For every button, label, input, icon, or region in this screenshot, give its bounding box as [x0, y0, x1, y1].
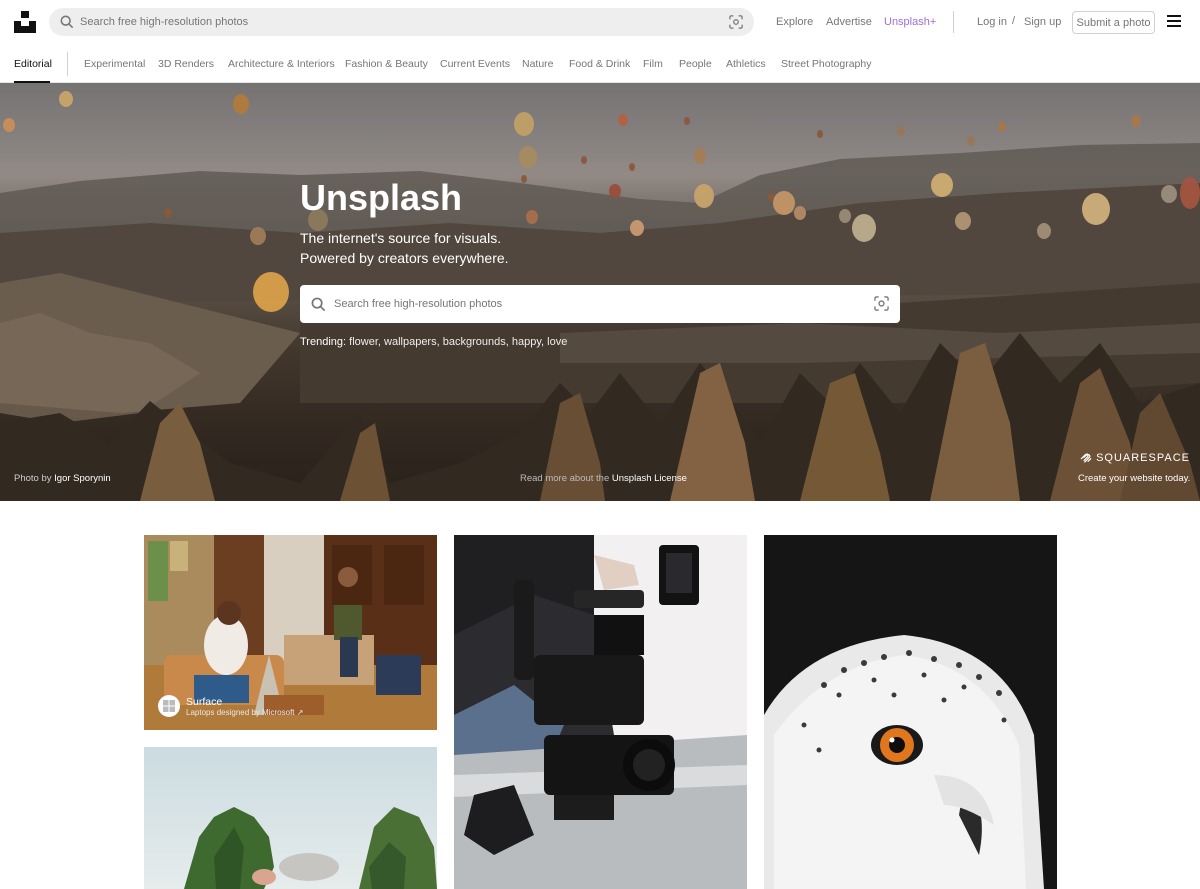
topic-experimental[interactable]: Experimental — [84, 58, 145, 70]
topic-street-photography[interactable]: Street Photography — [781, 58, 871, 70]
ad-tagline: Laptops designed by Microsoft ↗ — [186, 707, 304, 717]
signup-link[interactable]: Sign up — [1024, 16, 1061, 28]
license-note: Read more about the Unsplash License — [520, 473, 687, 484]
topic-athletics[interactable]: Athletics — [726, 58, 766, 70]
unsplash-logo-icon[interactable] — [14, 11, 36, 33]
trending-link-flower[interactable]: flower — [349, 336, 378, 348]
credit-prefix: Photo — [14, 473, 39, 484]
hero-subtitle-line1: The internet's source for visuals. — [300, 230, 502, 246]
nav-explore-link[interactable]: Explore — [776, 16, 813, 28]
trending-label: Trending — [300, 336, 344, 348]
hero-search-input[interactable] — [334, 285, 854, 323]
topic-current-events[interactable]: Current Events — [440, 58, 510, 70]
topic-architecture-interiors[interactable]: Architecture & Interiors — [228, 58, 335, 70]
photo-credit: Photo by Igor Sporynin — [14, 473, 111, 484]
header-divider — [953, 11, 954, 33]
topics-divider — [67, 52, 68, 76]
license-link[interactable]: Unsplash License — [612, 473, 687, 484]
header-search-input[interactable] — [80, 8, 740, 36]
trending-link-wallpapers[interactable]: wallpapers — [384, 336, 437, 348]
nav-advertise-link[interactable]: Advertise — [826, 16, 872, 28]
search-icon[interactable] — [311, 297, 326, 312]
trending-link-backgrounds[interactable]: backgrounds — [443, 336, 506, 348]
header-search-bar[interactable] — [49, 8, 754, 36]
topic-food-drink[interactable]: Food & Drink — [569, 58, 630, 70]
ad-brand-name: Surface — [186, 695, 223, 708]
submit-photo-button[interactable]: Submit a photo — [1072, 11, 1155, 34]
topics-nav: Editorial Experimental 3D Renders Archit… — [0, 44, 1200, 83]
microsoft-logo-icon — [158, 695, 180, 717]
squarespace-logo-icon — [1080, 453, 1092, 463]
hero-search-bar[interactable] — [300, 285, 900, 323]
owl-photo-card[interactable] — [764, 535, 1057, 889]
top-header: Explore Advertise Unsplash+ Log in / Sig… — [0, 0, 1200, 44]
ad-photo-card[interactable]: Surface Laptops designed by Microsoft ↗ — [144, 535, 437, 730]
credit-author-link[interactable]: Igor Sporynin — [54, 473, 111, 484]
topic-film[interactable]: Film — [643, 58, 663, 70]
hero-subtitle-line2: Powered by creators everywhere. — [300, 250, 509, 266]
visual-search-icon[interactable] — [729, 15, 743, 29]
login-link[interactable]: Log in — [977, 16, 1007, 28]
license-prefix: Read more about the — [520, 473, 610, 484]
trending-link-happy[interactable]: happy — [512, 336, 541, 348]
hero-banner: Unsplash The internet's source for visua… — [0, 83, 1200, 501]
topic-editorial[interactable]: Editorial — [14, 58, 52, 70]
topic-nature[interactable]: Nature — [522, 58, 554, 70]
camera-gimbal-photo — [454, 535, 747, 889]
sponsor-block[interactable]: SQUARESPACE Create your website today. — [1078, 450, 1190, 484]
auth-separator: / — [1012, 15, 1016, 27]
hamburger-menu-icon[interactable] — [1167, 15, 1183, 29]
plants-photo-card[interactable] — [144, 747, 437, 889]
visual-search-icon[interactable] — [874, 296, 889, 311]
nav-unsplash-plus-link[interactable]: Unsplash+ — [884, 16, 936, 28]
search-icon[interactable] — [60, 15, 74, 29]
ad-sponsor-badge[interactable]: Surface Laptops designed by Microsoft ↗ — [158, 695, 303, 717]
camera-photo-card[interactable] — [454, 535, 747, 889]
sponsor-name: SQUARESPACE — [1096, 452, 1190, 464]
plants-sky-photo — [144, 747, 437, 889]
sponsor-tagline: Create your website today. — [1078, 473, 1191, 484]
topic-3d-renders[interactable]: 3D Renders — [158, 58, 214, 70]
hero-title: Unsplash — [300, 177, 463, 218]
topic-people[interactable]: People — [679, 58, 712, 70]
trending-link-love[interactable]: love — [547, 336, 567, 348]
credit-by: by — [41, 473, 52, 484]
trending-searches: Trending: flower, wallpapers, background… — [300, 336, 568, 348]
snowy-owl-photo — [764, 535, 1057, 889]
topic-fashion-beauty[interactable]: Fashion & Beauty — [345, 58, 428, 70]
